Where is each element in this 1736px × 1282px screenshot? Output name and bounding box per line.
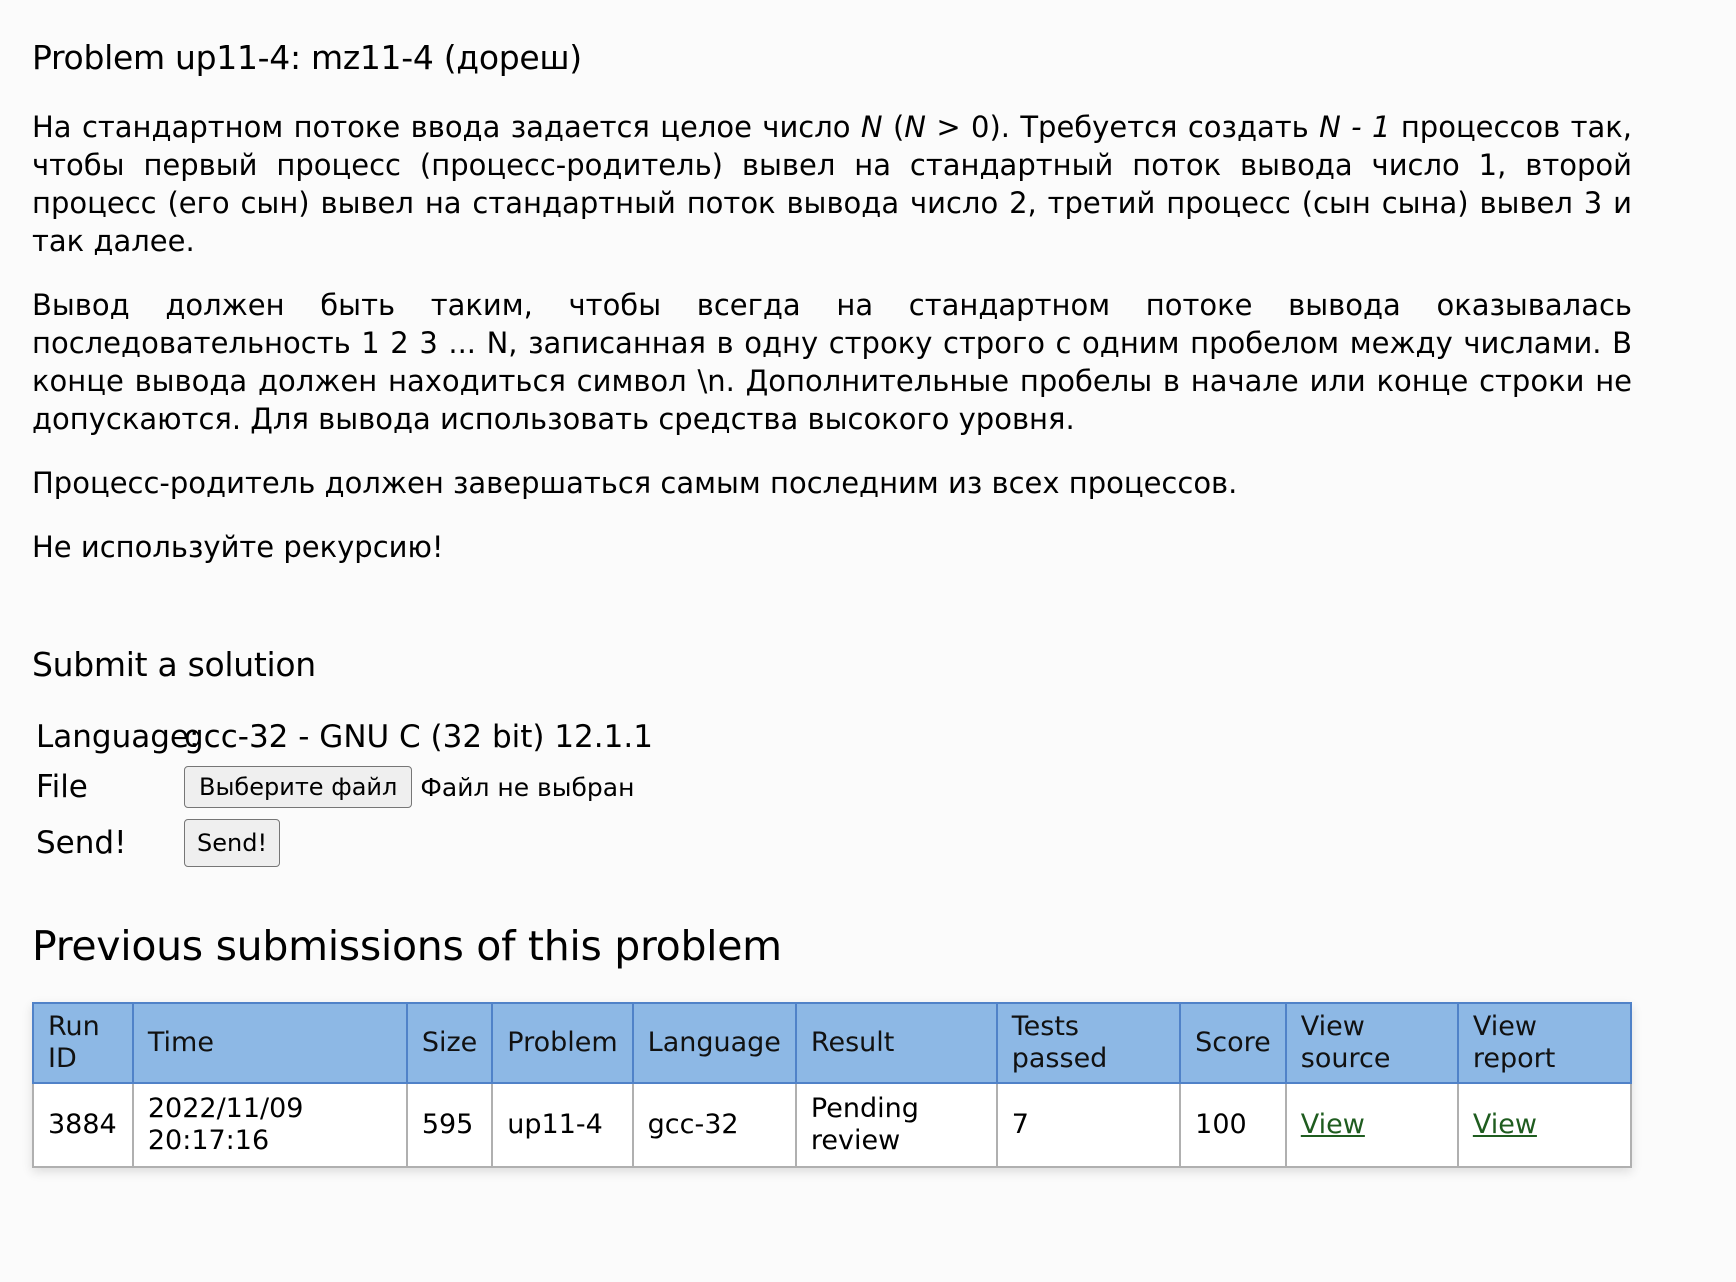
statement-paragraph-2: Вывод должен быть таким, чтобы всегда на…: [32, 288, 1632, 436]
header-view-source: View source: [1284, 1002, 1459, 1084]
cell-language: gcc-32: [631, 1082, 797, 1168]
header-problem: Problem: [491, 1002, 634, 1084]
send-label: Send!: [36, 825, 127, 861]
header-tests-passed: Tests passed: [995, 1002, 1182, 1084]
send-row: Send! Send!: [32, 812, 653, 874]
submissions-table: Run ID Time Size Problem Language Result…: [32, 1002, 1633, 1168]
file-label: File: [36, 769, 88, 805]
send-button[interactable]: Send!: [184, 819, 281, 867]
problem-statement: На стандартном потоке ввода задается цел…: [32, 108, 1632, 592]
table-header-row: Run ID Time Size Problem Language Result…: [32, 1002, 1633, 1084]
submit-form: Language: gcc-32 - GNU C (32 bit) 12.1.1…: [32, 712, 653, 874]
cell-run-id: 3884: [32, 1082, 134, 1168]
view-source-link[interactable]: View: [1301, 1109, 1365, 1140]
submit-title: Submit a solution: [32, 645, 316, 684]
table-row: 3884 2022/11/09 20:17:16 595 up11-4 gcc-…: [32, 1082, 1633, 1168]
page: Problem up11-4: mz11-4 (дореш) На станда…: [0, 0, 1736, 1282]
language-row: Language: gcc-32 - GNU C (32 bit) 12.1.1: [32, 712, 653, 762]
choose-file-button[interactable]: Выберите файл: [184, 766, 413, 808]
header-result: Result: [794, 1002, 998, 1084]
submissions-title: Previous submissions of this problem: [32, 922, 782, 970]
statement-paragraph-1: На стандартном потоке ввода задается цел…: [32, 110, 1633, 258]
header-run-id: Run ID: [32, 1002, 134, 1084]
cell-time: 2022/11/09 20:17:16: [131, 1082, 408, 1168]
statement-paragraph-4: Не используйте рекурсию!: [32, 530, 444, 564]
problem-title: Problem up11-4: mz11-4 (дореш): [32, 38, 582, 77]
cell-size: 595: [405, 1082, 494, 1168]
language-value: gcc-32 - GNU C (32 bit) 12.1.1: [184, 719, 653, 755]
header-time: Time: [131, 1002, 408, 1084]
file-row: File Выберите файл Файл не выбран: [32, 762, 653, 812]
header-score: Score: [1179, 1002, 1287, 1084]
statement-paragraph-3: Процесс-родитель должен завершаться самы…: [32, 466, 1238, 500]
header-language: Language: [631, 1002, 797, 1084]
cell-score: 100: [1179, 1082, 1287, 1168]
cell-tests-passed: 7: [995, 1082, 1182, 1168]
cell-view-source: View: [1284, 1082, 1459, 1168]
cell-problem: up11-4: [491, 1082, 634, 1168]
file-status: Файл не выбран: [420, 772, 635, 802]
header-view-report: View report: [1456, 1002, 1633, 1084]
header-size: Size: [405, 1002, 494, 1084]
cell-view-report: View: [1456, 1082, 1633, 1168]
view-report-link[interactable]: View: [1473, 1109, 1537, 1140]
cell-result: Pending review: [794, 1082, 998, 1168]
language-label: Language:: [36, 719, 200, 755]
